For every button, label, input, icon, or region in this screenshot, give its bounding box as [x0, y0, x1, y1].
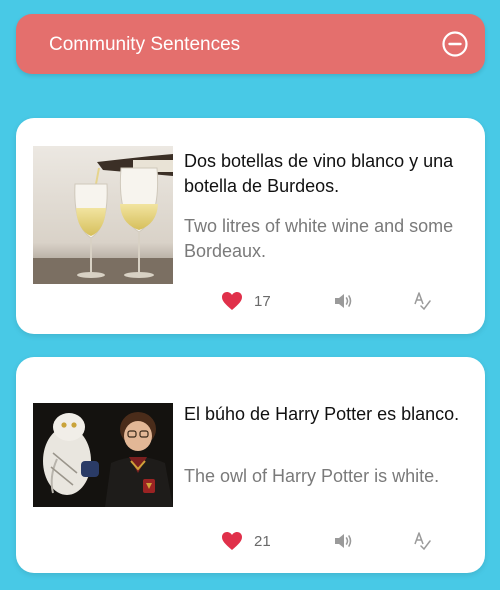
like-button[interactable]: 21: [221, 529, 271, 553]
heart-icon: [222, 292, 242, 310]
heart-icon: [222, 532, 242, 550]
community-sentences-header: Community Sentences: [16, 14, 485, 74]
minus-circle-icon: [442, 31, 468, 57]
speaker-icon: [335, 534, 352, 548]
play-audio-button[interactable]: [333, 532, 353, 550]
play-audio-button[interactable]: [333, 292, 353, 310]
spanish-sentence: El búho de Harry Potter es blanco.: [184, 404, 460, 424]
header-title: Community Sentences: [49, 34, 241, 55]
card-actions: 17: [16, 289, 485, 313]
collapse-button[interactable]: [441, 30, 469, 58]
like-button[interactable]: 17: [221, 289, 271, 313]
harry-potter-owl-photo: [33, 403, 173, 507]
grammar-button[interactable]: [413, 291, 431, 311]
like-count: 21: [254, 532, 271, 550]
sentence-card[interactable]: El búho de Harry Potter es blanco. The o…: [16, 357, 485, 573]
wine-pouring-photo: [33, 146, 173, 284]
sentence-card[interactable]: Dos botellas de vino blanco y una botell…: [16, 118, 485, 334]
spanish-sentence: Dos botellas de vino blanco y una botell…: [184, 151, 454, 196]
card-actions: 21: [16, 529, 485, 553]
grammar-icon: [414, 532, 431, 551]
like-count: 17: [254, 292, 271, 310]
grammar-button[interactable]: [413, 531, 431, 551]
english-translation: The owl of Harry Potter is white.: [184, 466, 440, 486]
speaker-icon: [335, 294, 352, 308]
english-translation: Two litres of white wine and some Bordea…: [184, 216, 454, 261]
grammar-icon: [414, 292, 431, 311]
